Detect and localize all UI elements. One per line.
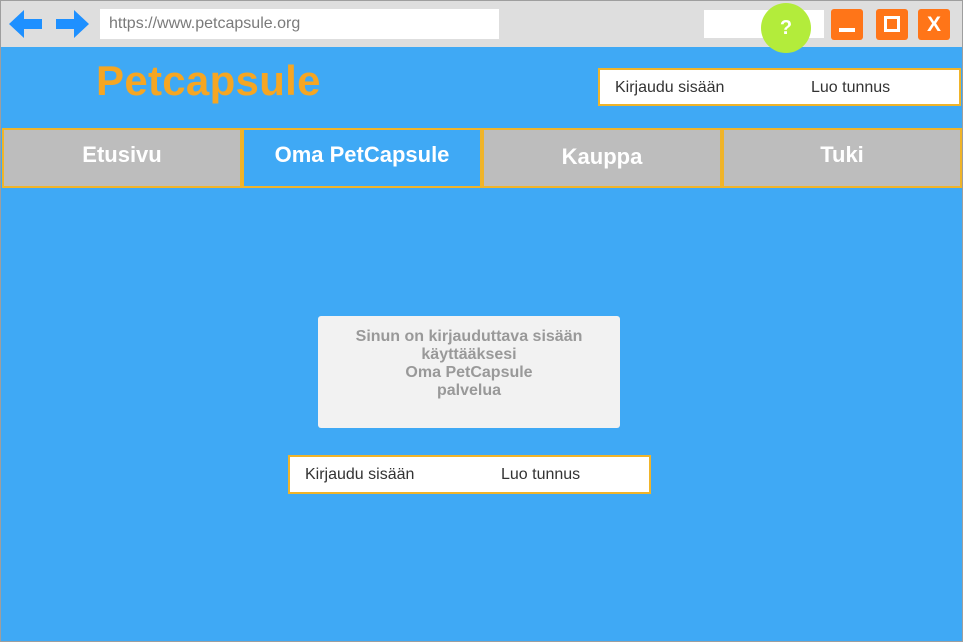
tab-tuki[interactable]: Tuki [722, 128, 962, 188]
header-register-link[interactable]: Luo tunnus [811, 70, 890, 106]
main-register-link[interactable]: Luo tunnus [501, 457, 580, 493]
browser-window: ? X Petcapsule Kirjaudu sisään Luo tunnu… [0, 0, 963, 642]
maximize-button[interactable] [876, 9, 908, 40]
tab-etusivu[interactable]: Etusivu [2, 128, 242, 188]
notice-line: käyttääksesi [421, 346, 517, 363]
main-nav: Etusivu Oma PetCapsule Kauppa Tuki [1, 128, 962, 188]
maximize-icon [884, 16, 900, 32]
notice-line: Sinun on kirjauduttava sisään [355, 328, 583, 345]
tab-oma-petcapsule[interactable]: Oma PetCapsule [242, 128, 482, 188]
login-required-notice: Sinun on kirjauduttava sisään käyttääkse… [318, 316, 620, 428]
minimize-button[interactable] [831, 9, 863, 40]
notice-line: palvelua [436, 382, 502, 399]
minimize-icon [839, 28, 855, 32]
browser-toolbar: ? X [1, 1, 962, 53]
close-button[interactable]: X [918, 9, 950, 40]
main-auth-box: Kirjaudu sisään Luo tunnus [288, 455, 651, 494]
site-logo[interactable]: Petcapsule [96, 57, 321, 105]
address-bar[interactable] [100, 9, 499, 39]
arrow-right-icon[interactable] [55, 9, 89, 39]
tab-kauppa[interactable]: Kauppa [482, 128, 722, 188]
main-login-link[interactable]: Kirjaudu sisään [305, 457, 414, 493]
header-auth-box: Kirjaudu sisään Luo tunnus [598, 68, 961, 106]
header-login-link[interactable]: Kirjaudu sisään [615, 70, 724, 106]
arrow-left-icon[interactable] [9, 9, 43, 39]
help-button[interactable]: ? [761, 3, 811, 53]
notice-line: Oma PetCapsule [405, 364, 533, 381]
